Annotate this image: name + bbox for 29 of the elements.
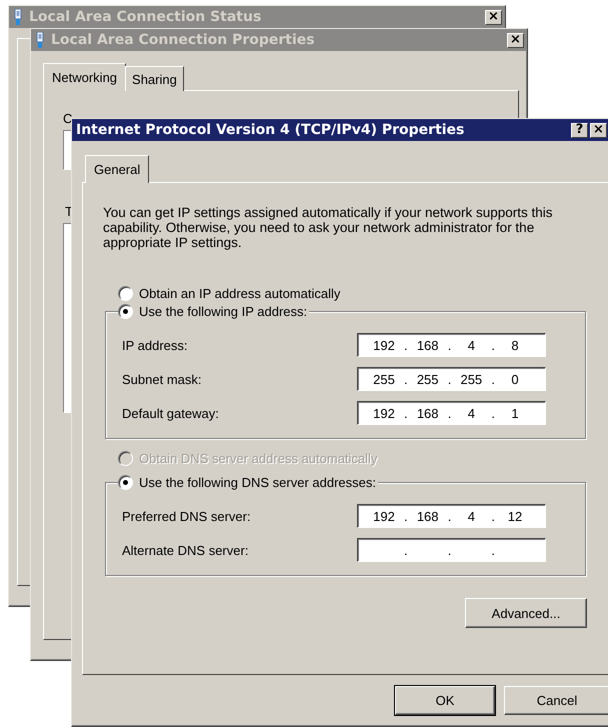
- radio-button[interactable]: [118, 475, 133, 490]
- field-label: Subnet mask:: [122, 372, 202, 386]
- window-title: Local Area Connection Properties: [51, 32, 316, 48]
- ip-address-field[interactable]: 192 . 168 . 4 . 8: [357, 333, 546, 357]
- network-cable-icon: [13, 8, 23, 26]
- network-cable-icon: [35, 32, 45, 48]
- ip-address-field[interactable]: 255 . 255 . 255 . 0: [357, 367, 546, 391]
- field-label: IP address:: [122, 338, 188, 352]
- help-button[interactable]: ?: [571, 122, 588, 138]
- cancel-button[interactable]: Cancel: [504, 686, 608, 715]
- ok-button[interactable]: OK: [395, 686, 495, 715]
- ip-address-field[interactable]: . . .: [357, 538, 546, 562]
- section-label: C: [63, 111, 72, 126]
- tab[interactable]: General: [85, 155, 150, 183]
- field-label: Preferred DNS server:: [122, 508, 251, 524]
- window-title: Internet Protocol Version 4 (TCP/IPv4) Properties: [76, 122, 466, 138]
- window-title: Local Area Connection Status: [29, 9, 262, 25]
- close-button[interactable]: ×: [590, 122, 607, 138]
- field-label: Default gateway:: [122, 406, 219, 420]
- field-label: Alternate DNS server:: [122, 542, 248, 558]
- radio-label[interactable]: Obtain an IP address automatically: [139, 286, 340, 301]
- tab[interactable]: Networking: [43, 63, 126, 91]
- radio-button[interactable]: [118, 304, 133, 319]
- ip-address-field[interactable]: 192 . 168 . 4 . 1: [357, 401, 546, 425]
- tab[interactable]: Sharing: [125, 66, 184, 91]
- description-text: You can get IP settings assigned automatically if your network supports this capability. Otherwise, you need to ask your network administrator for the appropriate IP settings.: [103, 205, 554, 250]
- radio-button[interactable]: [118, 286, 133, 301]
- advanced-button[interactable]: Advanced...: [465, 598, 587, 628]
- ip-address-field[interactable]: 192 . 168 . 4 . 12: [357, 504, 546, 528]
